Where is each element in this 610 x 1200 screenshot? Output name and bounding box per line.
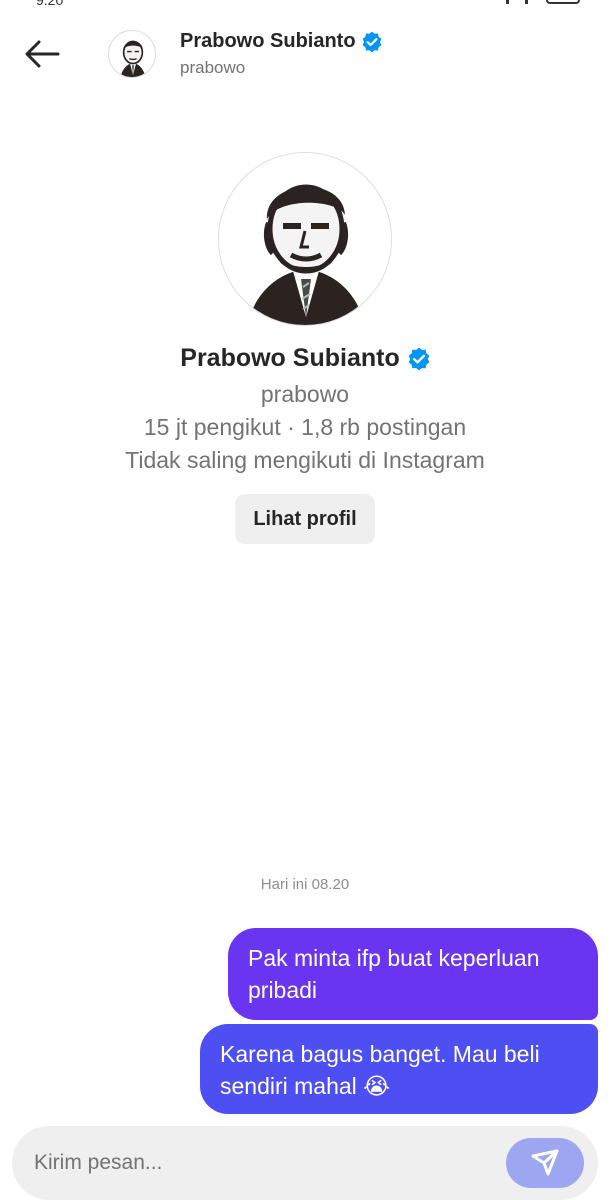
message-text: Pak minta ifp buat keperluan pribadi [248, 945, 540, 1003]
portrait-illustration [219, 153, 391, 325]
message-bubble[interactable]: Karena bagus banget. Mau beli sendiri ma… [200, 1024, 598, 1114]
arrow-left-icon [25, 40, 60, 68]
header-name-row[interactable]: Prabowo Subianto [180, 30, 382, 53]
profile-name: Prabowo Subianto [180, 344, 400, 372]
profile-name-row: Prabowo Subianto [180, 344, 430, 373]
header-avatar[interactable] [108, 30, 156, 78]
follow-status: Tidak saling mengikuti di Instagram [125, 447, 485, 473]
message-bubble[interactable]: Pak minta ifp buat keperluan pribadi [228, 928, 598, 1020]
view-profile-button[interactable]: Lihat profil [235, 494, 375, 544]
message-text: Karena bagus banget. Mau beli sendiri ma… [220, 1041, 540, 1099]
back-button[interactable] [18, 32, 66, 76]
verified-badge-icon [408, 347, 430, 370]
profile-handle: prabowo [260, 381, 350, 407]
verified-badge-icon [362, 31, 381, 52]
profile-summary: Prabowo Subianto prabowo 15 jt pengikut … [0, 152, 610, 544]
send-button[interactable] [506, 1138, 584, 1188]
header-handle: prabowo [180, 58, 246, 77]
send-icon [531, 1149, 559, 1176]
profile-avatar[interactable] [218, 152, 392, 326]
message-input[interactable] [34, 1126, 494, 1200]
chat-header: Prabowo Subianto prabowo [0, 0, 610, 100]
message-composer [12, 1126, 598, 1200]
header-name: Prabowo Subianto [180, 30, 356, 52]
portrait-illustration [109, 31, 155, 77]
message-timestamp: Hari ini 08.20 [260, 876, 350, 893]
profile-stats: 15 jt pengikut · 1,8 rb postingan [143, 414, 467, 440]
